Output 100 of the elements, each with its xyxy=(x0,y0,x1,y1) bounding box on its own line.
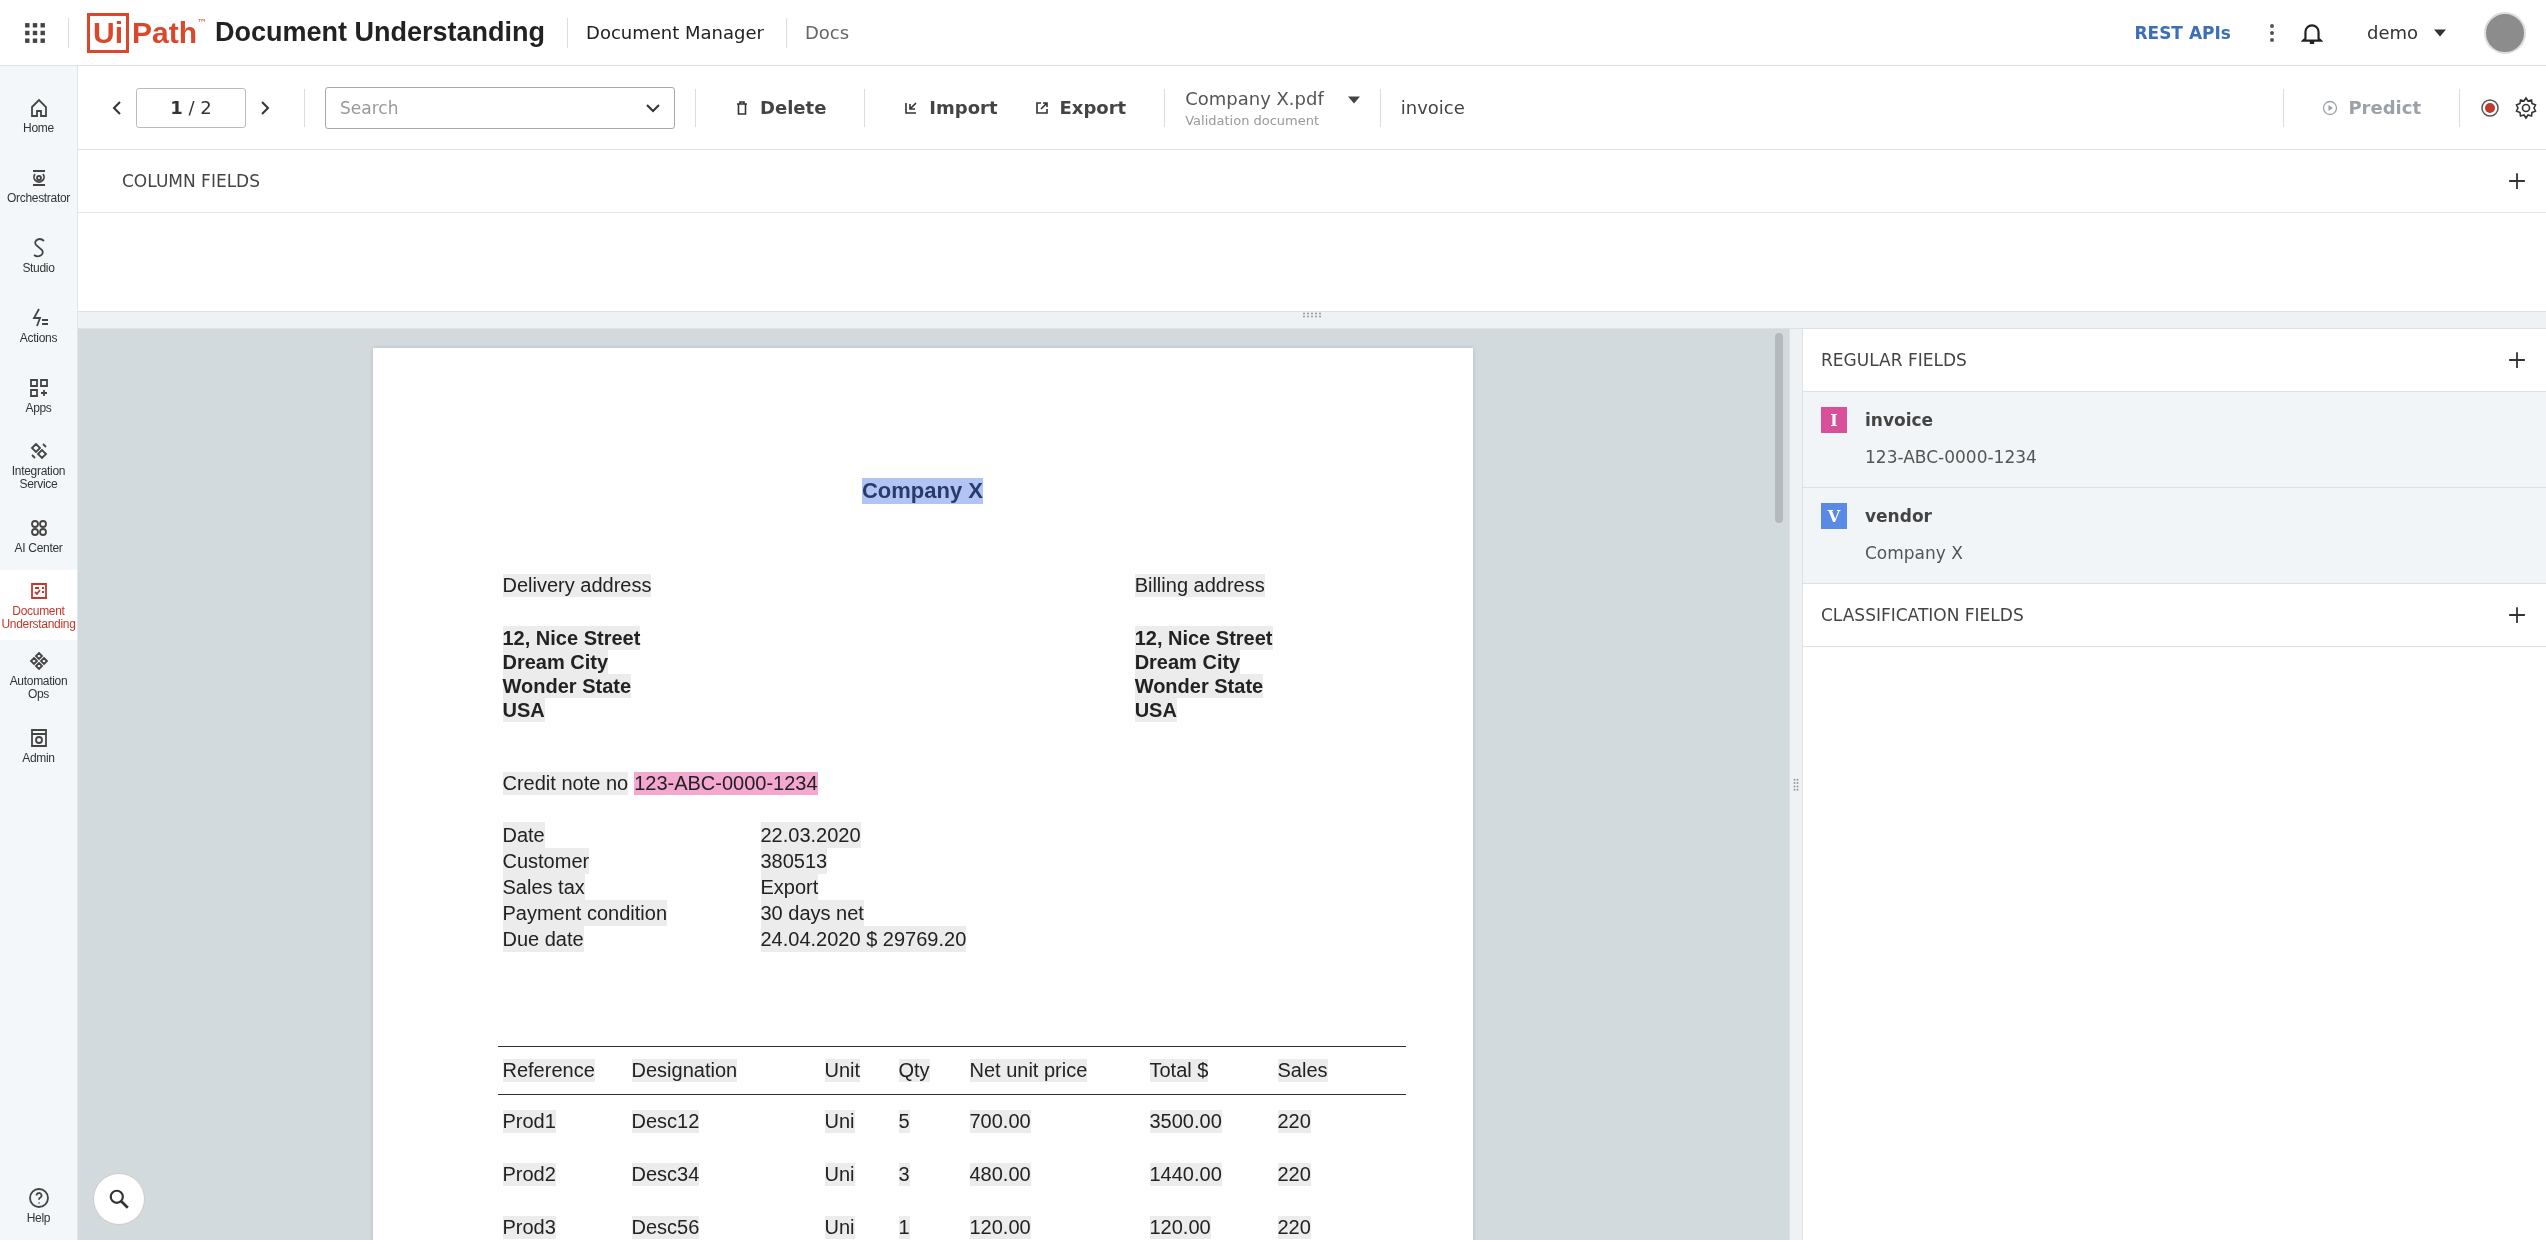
table-cell: 3 xyxy=(898,1163,910,1186)
column-header: Reference xyxy=(502,1059,595,1082)
table-cell: Desc56 xyxy=(631,1216,700,1239)
field-value: 123-ABC-0000-1234 xyxy=(1865,447,2038,467)
sidebar-item[interactable]: Admin xyxy=(0,710,77,780)
avatar[interactable] xyxy=(2484,11,2526,54)
rest-apis-link[interactable]: REST APIs xyxy=(2134,22,2231,43)
detail-label: Sales tax xyxy=(502,874,585,900)
search-field[interactable]: Search xyxy=(325,86,675,129)
document-selector[interactable]: Company X.pdf Validation document xyxy=(1185,87,1360,128)
sidebar-item[interactable]: Apps xyxy=(0,360,77,430)
field-badge: V xyxy=(1821,503,1847,529)
sidebar-item[interactable]: Automation Ops xyxy=(0,640,77,710)
field-name: invoice xyxy=(1865,410,1934,430)
previous-page-icon[interactable] xyxy=(112,99,122,116)
column-header: Total $ xyxy=(1149,1059,1209,1082)
detail-value: 22.03.2020 xyxy=(760,822,861,848)
table-cell: 1440.00 xyxy=(1149,1163,1222,1186)
table-cell: Prod3 xyxy=(502,1216,556,1239)
product-name: Document Understanding xyxy=(215,17,546,48)
table-cell: 700.00 xyxy=(969,1110,1031,1133)
export-icon xyxy=(1033,99,1050,116)
detail-label: Payment condition xyxy=(502,900,668,926)
help-icon xyxy=(26,1185,51,1210)
detail-label: Customer xyxy=(502,848,590,874)
detail-value: 24.04.2020 $ 29769.20 xyxy=(760,926,967,952)
table-cell: 220 xyxy=(1277,1216,1311,1239)
table-cell: 5 xyxy=(898,1110,910,1133)
detail-label: Due date xyxy=(502,926,584,952)
table-cell: Prod2 xyxy=(502,1163,556,1186)
settings-icon[interactable] xyxy=(2514,95,2538,120)
document-title: Company X xyxy=(862,478,983,504)
page-field[interactable]: 1 / 2 xyxy=(136,87,246,128)
column-header: Designation xyxy=(631,1059,738,1082)
field-item[interactable]: I invoice 123-ABC-0000-1234 xyxy=(1803,392,2546,488)
detail-value: Export xyxy=(760,874,819,900)
detail-value: 380513 xyxy=(760,848,828,874)
sidebar-item[interactable]: Document Understanding xyxy=(0,570,77,640)
field-name: vendor xyxy=(1865,506,1932,526)
section-title: COLUMN FIELDS xyxy=(122,171,260,191)
sidebar-item[interactable]: Orchestrator xyxy=(0,150,77,220)
detail-label: Date xyxy=(502,822,545,848)
credit-note-number: 123-ABC-0000-1234 xyxy=(634,772,818,795)
add-icon[interactable] xyxy=(2508,606,2526,624)
table-cell: Prod1 xyxy=(502,1110,556,1133)
sidebar-item[interactable]: Integration Service xyxy=(0,430,77,500)
play-icon xyxy=(2322,99,2339,116)
chevron-down-icon xyxy=(645,102,661,113)
more-icon[interactable] xyxy=(2268,22,2275,43)
table-cell: Uni xyxy=(824,1163,855,1186)
caret-icon xyxy=(2434,28,2446,37)
table-cell: 120.00 xyxy=(969,1216,1031,1239)
caret-icon xyxy=(1347,95,1360,104)
nav-link[interactable]: Docs xyxy=(804,22,850,43)
drag-handle-icon[interactable] xyxy=(1302,312,1322,318)
table-cell: Desc34 xyxy=(631,1163,700,1186)
brand-logo-mark: Ui xyxy=(87,12,129,53)
sidebar-item[interactable]: Home xyxy=(0,80,77,150)
next-page-icon[interactable] xyxy=(260,99,270,116)
app-grid-icon[interactable] xyxy=(24,21,46,44)
column-header: Qty xyxy=(898,1059,930,1082)
table-cell: 480.00 xyxy=(969,1163,1031,1186)
search-button[interactable] xyxy=(93,1173,145,1225)
drag-handle-icon[interactable] xyxy=(1793,777,1799,792)
table-cell: 120.00 xyxy=(1149,1216,1211,1239)
import-icon xyxy=(903,99,920,116)
nav-link[interactable]: Document Manager xyxy=(586,22,764,43)
field-item[interactable]: V vendor Company X xyxy=(1803,488,2546,584)
delete-button[interactable]: Delete xyxy=(716,89,845,126)
address-heading: Delivery address xyxy=(502,574,652,597)
table-cell: 220 xyxy=(1277,1110,1311,1133)
sidebar-item[interactable]: Actions xyxy=(0,290,77,360)
scrollbar-thumb[interactable] xyxy=(1775,333,1783,523)
credit-note-label: Credit note no xyxy=(502,772,629,795)
import-button[interactable]: Import xyxy=(885,89,1016,126)
table-cell: 220 xyxy=(1277,1163,1311,1186)
field-badge: I xyxy=(1821,407,1847,433)
sidebar-item[interactable]: Studio xyxy=(0,220,77,290)
sidebar-item[interactable]: AI Center xyxy=(0,500,77,570)
table-cell: 1 xyxy=(898,1216,910,1239)
record-icon[interactable] xyxy=(2480,97,2500,118)
export-button[interactable]: Export xyxy=(1015,89,1145,126)
column-header: Sales xyxy=(1277,1059,1328,1082)
table-cell: 3500.00 xyxy=(1149,1110,1222,1133)
add-icon[interactable] xyxy=(2508,172,2526,190)
add-icon[interactable] xyxy=(2508,351,2526,369)
detail-value: 30 days net xyxy=(760,900,864,926)
column-header: Net unit price xyxy=(969,1059,1088,1082)
section-title: CLASSIFICATION FIELDS xyxy=(1821,605,2024,625)
table-cell: Desc12 xyxy=(631,1110,700,1133)
address-heading: Billing address xyxy=(1134,574,1265,597)
trademark: ™ xyxy=(197,16,207,28)
trash-icon xyxy=(734,99,750,116)
brand-logo-name: Path xyxy=(132,15,197,50)
document-type: invoice xyxy=(1400,97,1465,118)
user-menu[interactable]: demo xyxy=(2366,22,2446,43)
section-title: REGULAR FIELDS xyxy=(1821,350,1967,370)
search-icon xyxy=(108,1188,130,1210)
help-item[interactable]: Help xyxy=(0,1170,77,1240)
column-header: Unit xyxy=(824,1059,861,1082)
